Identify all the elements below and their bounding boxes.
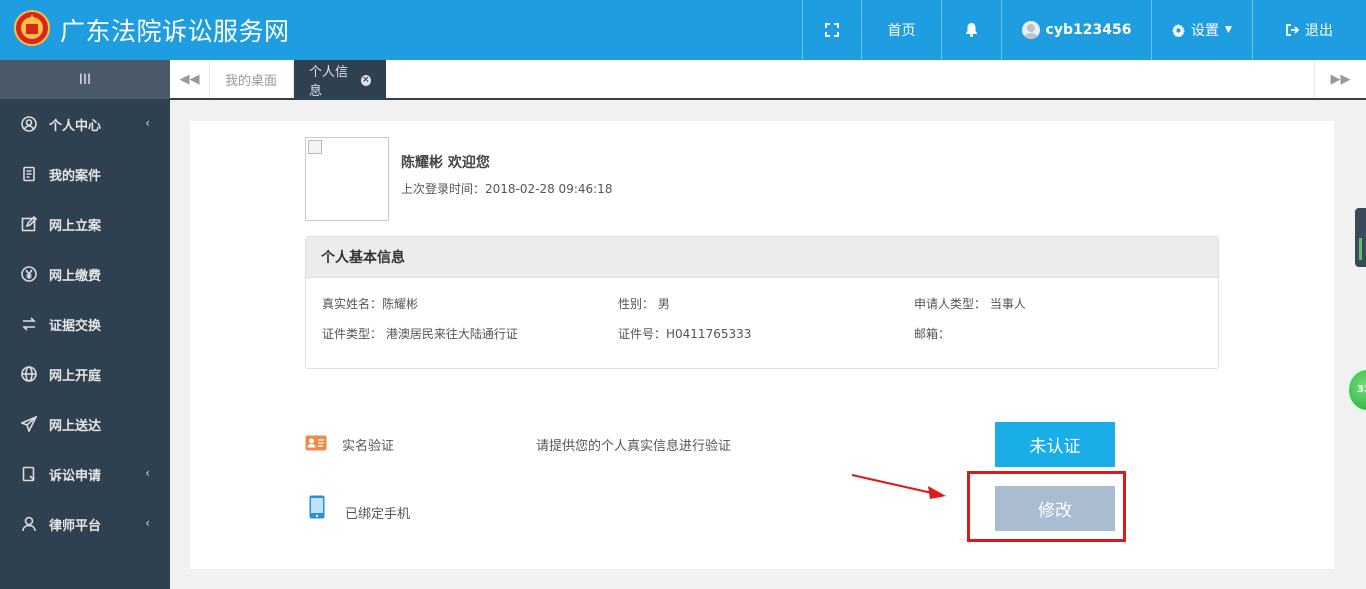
user-circle-icon: [21, 116, 37, 132]
sidebar-item-my-cases[interactable]: 我的案件: [0, 149, 170, 199]
sidebar-item-label: 网上缴费: [49, 268, 102, 284]
sidebar-item-label: 我的案件: [49, 168, 102, 184]
chevron-left-icon: ‹: [145, 516, 150, 530]
sidebar-item-label: 网上送达: [49, 418, 102, 434]
globe-icon: [21, 366, 37, 382]
yen-icon: [21, 266, 37, 282]
top-nav: 首页 cyb123456 设置 ▼ 退出: [802, 0, 1366, 60]
sign-out-icon: [1286, 24, 1299, 36]
tabs-bar: ◀◀ 我的桌面 个人信息 × ▶▶: [170, 60, 1366, 100]
sidebar-item-lawyer-platform[interactable]: 律师平台 ‹: [0, 499, 170, 549]
sidebar-item-label: 网上立案: [49, 218, 102, 234]
home-link[interactable]: 首页: [861, 0, 941, 60]
broken-image-icon: [308, 140, 322, 154]
chevron-left-icon: ‹: [145, 466, 150, 480]
last-login-time: 上次登录时间：2018-02-28 09:46:18: [401, 182, 613, 196]
side-toolbar-tab[interactable]: [1355, 208, 1366, 267]
double-chevron-right-icon: ▶▶: [1330, 71, 1351, 87]
logout-button[interactable]: 退出: [1252, 0, 1366, 60]
sidebar-item-label: 网上开庭: [49, 368, 102, 384]
sidebar-item-evidence-exchange[interactable]: 证据交换: [0, 299, 170, 349]
profile-photo: [305, 137, 389, 221]
sidebar-toggle-button[interactable]: III: [0, 60, 170, 99]
paper-plane-icon: [21, 416, 37, 432]
main-content: 陈耀彬 欢迎您 上次登录时间：2018-02-28 09:46:18 个人基本信…: [190, 121, 1334, 569]
bound-phone-label: 已绑定手机: [345, 507, 411, 522]
applicant-type: 申请人类型： 当事人: [914, 297, 1026, 311]
phone-icon: [309, 495, 325, 519]
tab-label: 我的桌面: [225, 73, 278, 89]
avatar: [1021, 21, 1040, 39]
sidebar-item-label: 诉讼申请: [49, 468, 102, 484]
verification-description: 请提供您的个人真实信息进行验证: [536, 439, 732, 454]
court-emblem-icon: [14, 10, 50, 46]
top-header: 广东法院诉讼服务网 首页 cyb123456 设置 ▼ 退出: [0, 0, 1366, 60]
bell-icon: [966, 23, 977, 37]
expand-icon: [825, 23, 839, 37]
sidebar-item-litigation-application[interactable]: 诉讼申请 ‹: [0, 449, 170, 499]
sidebar-item-online-filing[interactable]: 网上立案: [0, 199, 170, 249]
fullscreen-button[interactable]: [802, 0, 861, 60]
form-icon: [22, 466, 35, 482]
tab-scroll-right-button[interactable]: ▶▶: [1314, 60, 1366, 98]
id-type: 证件类型： 港澳居民来往大陆通行证: [322, 327, 518, 341]
logout-label: 退出: [1305, 23, 1333, 39]
sidebar: III 个人中心 ‹ 我的案件 网上立案 网上缴费 证据交换 网上开庭 网上送达…: [0, 60, 170, 589]
real-name: 真实姓名：陈耀彬: [322, 297, 419, 311]
sidebar-item-label: 律师平台: [49, 518, 102, 534]
settings-dropdown[interactable]: 设置 ▼: [1151, 0, 1252, 60]
panel-title: 个人基本信息: [306, 237, 1218, 278]
site-title: 广东法院诉讼服务网: [60, 17, 290, 46]
tab-personal-info[interactable]: 个人信息 ×: [294, 60, 386, 100]
edit-icon: [21, 216, 37, 232]
notification-button[interactable]: [941, 0, 1001, 60]
chevron-left-icon: ‹: [145, 116, 150, 130]
person-icon: [22, 516, 36, 532]
sidebar-item-online-payment[interactable]: 网上缴费: [0, 249, 170, 299]
welcome-message: 陈耀彬 欢迎您: [401, 155, 490, 171]
gear-icon: [1172, 23, 1186, 37]
sidebar-item-personal-center[interactable]: 个人中心 ‹: [0, 99, 170, 149]
sidebar-item-label: 个人中心: [49, 118, 102, 134]
tab-label: 个人信息: [309, 65, 349, 99]
sidebar-item-online-hearing[interactable]: 网上开庭: [0, 349, 170, 399]
id-card-icon: [305, 435, 327, 451]
floating-badge[interactable]: 33: [1347, 368, 1366, 412]
sidebar-item-online-delivery[interactable]: 网上送达: [0, 399, 170, 449]
id-number: 证件号：H0411765333: [618, 327, 752, 341]
sidebar-item-label: 证据交换: [49, 318, 102, 334]
annotation-highlight-box: [967, 471, 1126, 542]
tab-scroll-left-button[interactable]: ◀◀: [170, 60, 210, 98]
email: 邮箱：: [914, 327, 951, 341]
tab-my-desktop[interactable]: 我的桌面: [210, 60, 294, 98]
double-chevron-left-icon: ◀◀: [179, 71, 200, 87]
gender: 性别： 男: [618, 297, 670, 311]
annotation-arrow: [851, 474, 946, 499]
settings-label: 设置: [1191, 23, 1220, 39]
username-label: cyb123456: [1045, 22, 1132, 38]
real-name-verification-label: 实名验证: [342, 439, 395, 454]
document-icon: [23, 166, 35, 182]
basic-info-panel: 个人基本信息 真实姓名：陈耀彬 性别： 男 申请人类型： 当事人 证件类型： 港…: [305, 236, 1219, 369]
close-icon[interactable]: ×: [360, 74, 371, 86]
exchange-icon: [22, 317, 36, 331]
unverified-button[interactable]: 未认证: [995, 422, 1115, 467]
user-menu[interactable]: cyb123456: [1001, 0, 1151, 60]
caret-down-icon: ▼: [1225, 25, 1232, 35]
menu-bars-icon: III: [78, 71, 92, 88]
